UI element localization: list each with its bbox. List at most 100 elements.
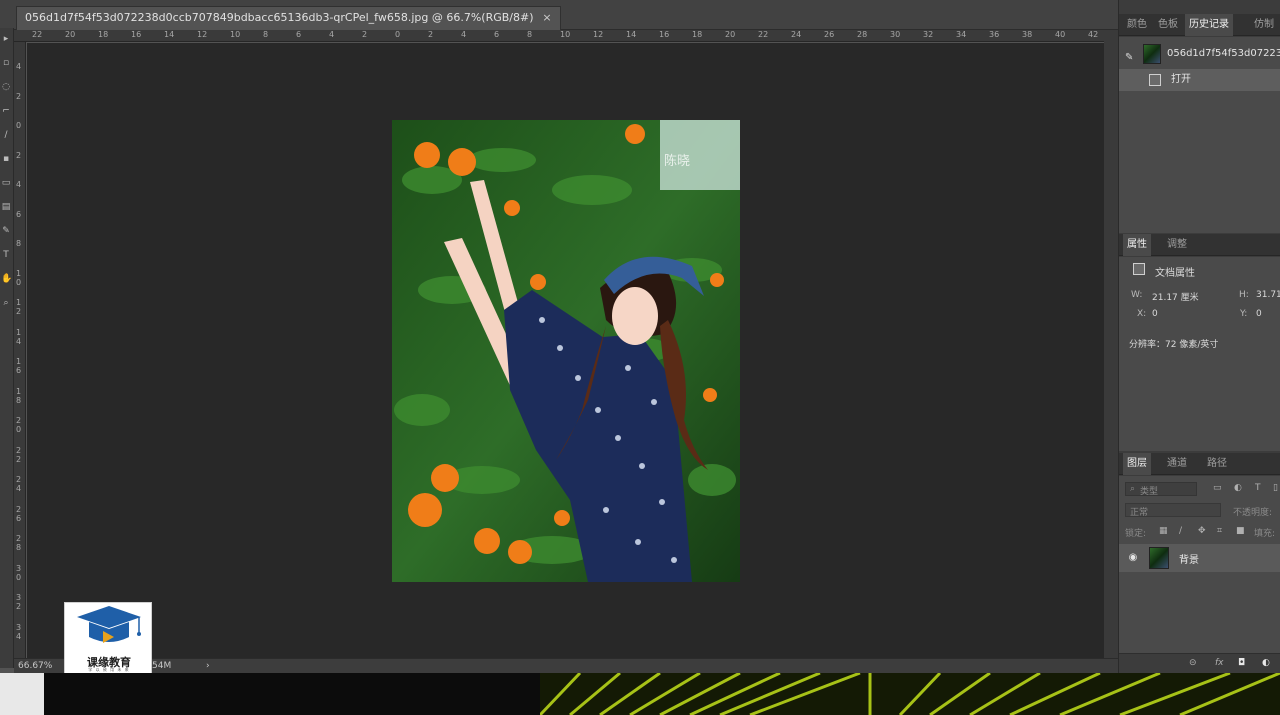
stamp-tool-icon[interactable]: ▪ (1, 154, 11, 164)
ruler-tick-label: 6 (16, 209, 22, 219)
zoom-tool-icon[interactable]: ⌕ (1, 298, 11, 308)
layer-name: 背景 (1179, 555, 1199, 566)
ruler-tick-label: 18 (16, 386, 22, 405)
layer-row[interactable]: ◉ 背景 (1119, 544, 1280, 572)
ruler-tick-label: 16 (659, 30, 670, 39)
document-size: 54M (152, 661, 172, 671)
tab-swatches[interactable]: 色板 (1154, 14, 1182, 36)
visibility-eye-icon[interactable]: ◉ (1127, 552, 1139, 564)
history-snapshot[interactable]: ✎ 056d1d7f54f53d072238d0 (1119, 43, 1280, 65)
ruler-tick-label: 36 (989, 30, 1000, 39)
vertical-scrollbar[interactable] (1104, 30, 1118, 658)
ruler-tick-label: 24 (791, 30, 802, 39)
image-watermark: 陈晓 (664, 154, 691, 169)
document-image[interactable]: 陈晓 (392, 120, 740, 582)
lock-transparency-icon[interactable]: ▦ (1159, 526, 1168, 536)
ruler-tick-label: 14 (626, 30, 637, 39)
ruler-tick-label: 6 (296, 30, 302, 39)
x-label: X: (1137, 309, 1147, 319)
canvas-area[interactable]: 陈晓 (27, 43, 1104, 658)
width-label: W: (1131, 290, 1143, 300)
ruler-tick-label: 42 (1088, 30, 1099, 39)
text-tool-icon[interactable]: T (1, 250, 11, 260)
eraser-tool-icon[interactable]: ▭ (1, 178, 11, 188)
mask-icon[interactable]: ◘ (1238, 658, 1245, 668)
history-brush-icon[interactable]: ✎ (1125, 47, 1137, 63)
history-item-label: 打开 (1171, 74, 1191, 85)
tab-layers[interactable]: 图层 (1123, 453, 1151, 475)
link-icon[interactable]: ⊝ (1189, 658, 1197, 668)
photoshop-window: 056d1d7f54f53d072238d0ccb707849bdbacc651… (0, 0, 1280, 715)
y-value[interactable]: 0 (1256, 309, 1262, 319)
ruler-tick-label: 4 (329, 30, 335, 39)
layer-filter-label: 类型 (1140, 487, 1159, 497)
document-tab-bar: 056d1d7f54f53d072238d0ccb707849bdbacc651… (0, 0, 1120, 30)
properties-panel-tabs: 属性 调整 (1119, 234, 1280, 256)
ruler-tick-label: 26 (824, 30, 835, 39)
history-panel-tabs: 颜色 色板 历史记录 仿制 (1119, 14, 1280, 36)
ruler-tick-label: 8 (16, 239, 22, 248)
y-label: Y: (1240, 309, 1248, 319)
ruler-tick-label: 16 (16, 357, 22, 375)
search-icon: ⌕ (1130, 484, 1136, 494)
resolution-text: 分辨率：72 像素/英寸 (1129, 340, 1219, 350)
ruler-tick-label: 32 (16, 593, 22, 611)
crop-tool-icon[interactable]: ⌐ (1, 106, 11, 116)
ruler-tick-label: 4 (16, 62, 22, 71)
tab-history[interactable]: 历史记录 (1185, 14, 1233, 36)
adjustment-icon[interactable]: ◐ (1262, 658, 1270, 668)
ruler-tick-label: 26 (16, 504, 22, 523)
tab-channels[interactable]: 通道 (1163, 453, 1191, 475)
lasso-tool-icon[interactable]: ◌ (1, 82, 11, 92)
lock-all-icon[interactable]: ■ (1236, 526, 1245, 536)
ruler-tick-label: 40 (1055, 30, 1066, 39)
move-tool-icon[interactable]: ▸ (1, 34, 11, 44)
blend-mode-select[interactable]: 正常 (1125, 503, 1221, 518)
ruler-tick-label: 2 (16, 91, 22, 101)
ruler-tick-label: 10 (560, 30, 571, 39)
ruler-tick-label: 6 (494, 30, 500, 39)
graduation-cap-icon (77, 606, 141, 643)
brush-tool-icon[interactable]: ∕ (1, 130, 11, 140)
ruler-tick-label: 18 (692, 30, 703, 39)
ruler-tick-label: 12 (197, 30, 208, 39)
ruler-tick-label: 12 (593, 30, 604, 39)
shape-filter-icon[interactable]: ▯ (1273, 483, 1278, 493)
lock-artboard-icon[interactable]: ⌗ (1217, 526, 1222, 536)
ruler-tick-label: 2 (16, 150, 22, 160)
blend-mode-value: 正常 (1130, 508, 1149, 518)
background-leaf-image (540, 673, 1280, 715)
pixel-filter-icon[interactable]: ▭ (1213, 483, 1222, 493)
status-menu-arrow-icon[interactable]: › (206, 659, 210, 673)
document-tab-title: 056d1d7f54f53d072238d0ccb707849bdbacc651… (25, 11, 534, 24)
hand-tool-icon[interactable]: ✋ (1, 274, 12, 284)
ruler-tick-label: 4 (16, 180, 22, 189)
tab-properties[interactable]: 属性 (1123, 234, 1151, 256)
ruler-tick-label: 12 (16, 298, 22, 316)
tab-clone-source[interactable]: 仿制 (1250, 14, 1278, 36)
ruler-tick-label: 16 (131, 30, 142, 39)
tab-adjustments[interactable]: 调整 (1163, 234, 1191, 256)
lock-pixels-icon[interactable]: ∕ (1179, 526, 1182, 536)
height-value[interactable]: 31.71 (1256, 290, 1280, 300)
tab-color[interactable]: 颜色 (1123, 14, 1151, 36)
lock-position-icon[interactable]: ✥ (1198, 526, 1206, 536)
history-item[interactable]: 打开 (1119, 69, 1280, 91)
ruler-tick-label: 30 (16, 563, 22, 582)
type-filter-icon[interactable]: T (1255, 483, 1261, 493)
adjustment-filter-icon[interactable]: ◐ (1234, 483, 1242, 493)
pen-tool-icon[interactable]: ✎ (1, 226, 11, 236)
x-value[interactable]: 0 (1152, 309, 1158, 319)
ruler-tick-label: 18 (98, 30, 109, 39)
fx-icon[interactable]: fx (1215, 658, 1224, 668)
marquee-tool-icon[interactable]: ▫ (1, 58, 11, 68)
ruler-tick-label: 10 (230, 30, 241, 39)
ruler-tick-label: 10 (16, 268, 22, 287)
zoom-level[interactable]: 66.67% (18, 659, 52, 673)
close-icon[interactable]: × (542, 7, 551, 29)
tab-paths[interactable]: 路径 (1203, 453, 1231, 475)
gradient-tool-icon[interactable]: ▤ (1, 202, 11, 212)
layer-filter-select[interactable]: ⌕ 类型 (1125, 482, 1197, 497)
document-tab[interactable]: 056d1d7f54f53d072238d0ccb707849bdbacc651… (16, 6, 561, 30)
width-value[interactable]: 21.17 厘米 (1152, 290, 1199, 303)
